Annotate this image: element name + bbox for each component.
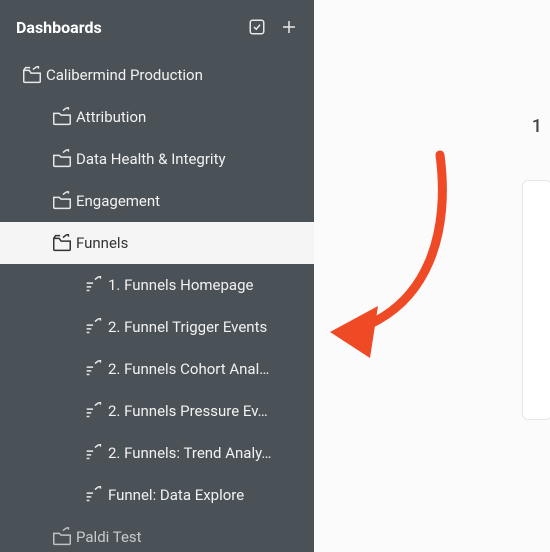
- tree-label: 2. Funnel Trigger Events: [108, 318, 277, 336]
- dashboard-share-icon: [80, 442, 108, 464]
- sidebar: Dashboards: [0, 0, 314, 552]
- folder-share-icon: [48, 526, 76, 548]
- tree: Calibermind Production Attribution Data …: [0, 54, 314, 552]
- tree-item-funnels-cohort[interactable]: 2. Funnels Cohort Anal…: [0, 348, 314, 390]
- tree-label: 2. Funnels Pressure Ev…: [108, 402, 278, 420]
- dashboard-share-icon: [80, 400, 108, 422]
- tree-folder-engagement[interactable]: Engagement: [0, 180, 314, 222]
- tree-item-funnels-trend[interactable]: 2. Funnels: Trend Analy…: [0, 432, 314, 474]
- header-actions: [248, 18, 298, 36]
- tree-label: Engagement: [76, 192, 170, 210]
- add-icon[interactable]: [280, 18, 298, 36]
- tree-label: Calibermind Production: [46, 66, 213, 84]
- tree-item-funnels-pressure[interactable]: 2. Funnels Pressure Ev…: [0, 390, 314, 432]
- tree-label: Attribution: [76, 108, 156, 126]
- dashboard-share-icon: [80, 484, 108, 506]
- tree-label: 2. Funnels Cohort Anal…: [108, 360, 279, 378]
- tree-label: 2. Funnels: Trend Analy…: [108, 444, 281, 462]
- tree-folder-data-health[interactable]: Data Health & Integrity: [0, 138, 314, 180]
- folder-open-share-icon: [48, 232, 76, 254]
- tree-label: Funnel: Data Explore: [108, 486, 254, 504]
- folder-share-icon: [48, 148, 76, 170]
- tree-item-funnels-homepage[interactable]: 1. Funnels Homepage: [0, 264, 314, 306]
- tree-folder-paldi-test[interactable]: Paldi Test: [0, 516, 314, 552]
- tree-label: Data Health & Integrity: [76, 150, 236, 168]
- hint-number: 1: [532, 116, 542, 137]
- select-icon[interactable]: [248, 18, 266, 36]
- dashboard-share-icon: [80, 316, 108, 338]
- tree-item-funnel-trigger-events[interactable]: 2. Funnel Trigger Events: [0, 306, 314, 348]
- partial-card: [522, 180, 550, 420]
- tree-folder-funnels[interactable]: Funnels: [0, 222, 314, 264]
- sidebar-title: Dashboards: [16, 18, 102, 37]
- sidebar-header: Dashboards: [0, 0, 314, 54]
- tree-folder-root[interactable]: Calibermind Production: [0, 54, 314, 96]
- folder-share-icon: [48, 190, 76, 212]
- tree-item-funnel-data-explore[interactable]: Funnel: Data Explore: [0, 474, 314, 516]
- tree-label: Funnels: [76, 234, 138, 252]
- dashboard-share-icon: [80, 274, 108, 296]
- folder-open-share-icon: [18, 64, 46, 86]
- dashboard-share-icon: [80, 358, 108, 380]
- tree-label: Paldi Test: [76, 528, 152, 546]
- tree-label: 1. Funnels Homepage: [108, 276, 263, 294]
- main-area: 1: [314, 0, 550, 552]
- tree-folder-attribution[interactable]: Attribution: [0, 96, 314, 138]
- folder-share-icon: [48, 106, 76, 128]
